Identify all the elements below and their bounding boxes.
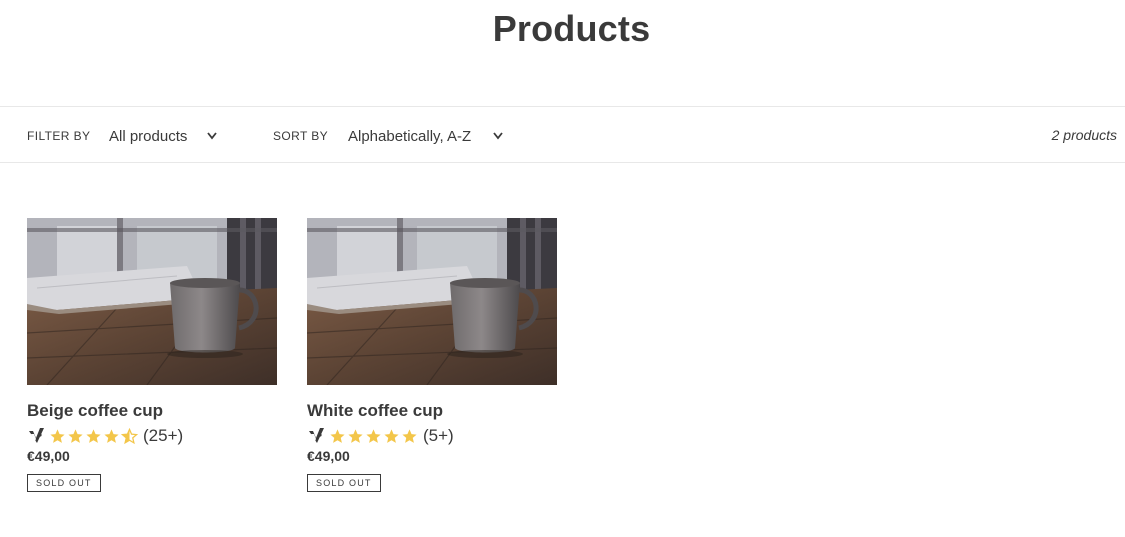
sort-select-value: Alphabetically, A-Z xyxy=(348,127,472,145)
rating-count: (25+) xyxy=(143,426,184,445)
collection-toolbar: Filter by All products Sort by Alphabeti… xyxy=(0,106,1125,163)
product-price: €49,00 xyxy=(27,448,70,464)
star-icon xyxy=(67,428,84,445)
star-icon xyxy=(347,428,364,445)
filter-select-value: All products xyxy=(109,127,188,145)
star-icon xyxy=(103,428,120,445)
chevron-down-icon xyxy=(493,132,503,140)
product-rating[interactable]: (25+) xyxy=(27,425,277,447)
star-half-icon xyxy=(121,428,138,445)
star-icon xyxy=(383,428,400,445)
verified-badge-icon xyxy=(27,426,47,446)
verified-badge-icon xyxy=(307,426,327,446)
rating-count: (5+) xyxy=(423,426,454,445)
filter-select[interactable]: All products xyxy=(109,125,221,147)
sort-label: Sort by xyxy=(273,129,329,143)
page-title: Products xyxy=(492,8,651,49)
product-card[interactable]: White coffee cup (5+) €49,00 Sold out xyxy=(307,218,557,492)
star-icon xyxy=(329,428,346,445)
filter-label: Filter by xyxy=(27,129,91,143)
sold-out-badge: Sold out xyxy=(27,474,101,492)
star-icon xyxy=(85,428,102,445)
product-title[interactable]: Beige coffee cup xyxy=(27,401,277,421)
product-title[interactable]: White coffee cup xyxy=(307,401,557,421)
star-icon xyxy=(365,428,382,445)
sort-select[interactable]: Alphabetically, A-Z xyxy=(348,125,508,147)
product-card[interactable]: Beige coffee cup (25+) €49,00 Sold out xyxy=(27,218,277,492)
product-rating[interactable]: (5+) xyxy=(307,425,557,447)
sold-out-badge: Sold out xyxy=(307,474,381,492)
star-icon xyxy=(49,428,66,445)
product-image[interactable] xyxy=(27,218,277,385)
product-image[interactable] xyxy=(307,218,557,385)
product-price: €49,00 xyxy=(307,448,350,464)
chevron-down-icon xyxy=(207,132,217,140)
product-count: 2 products xyxy=(1051,127,1117,143)
star-icon xyxy=(401,428,418,445)
